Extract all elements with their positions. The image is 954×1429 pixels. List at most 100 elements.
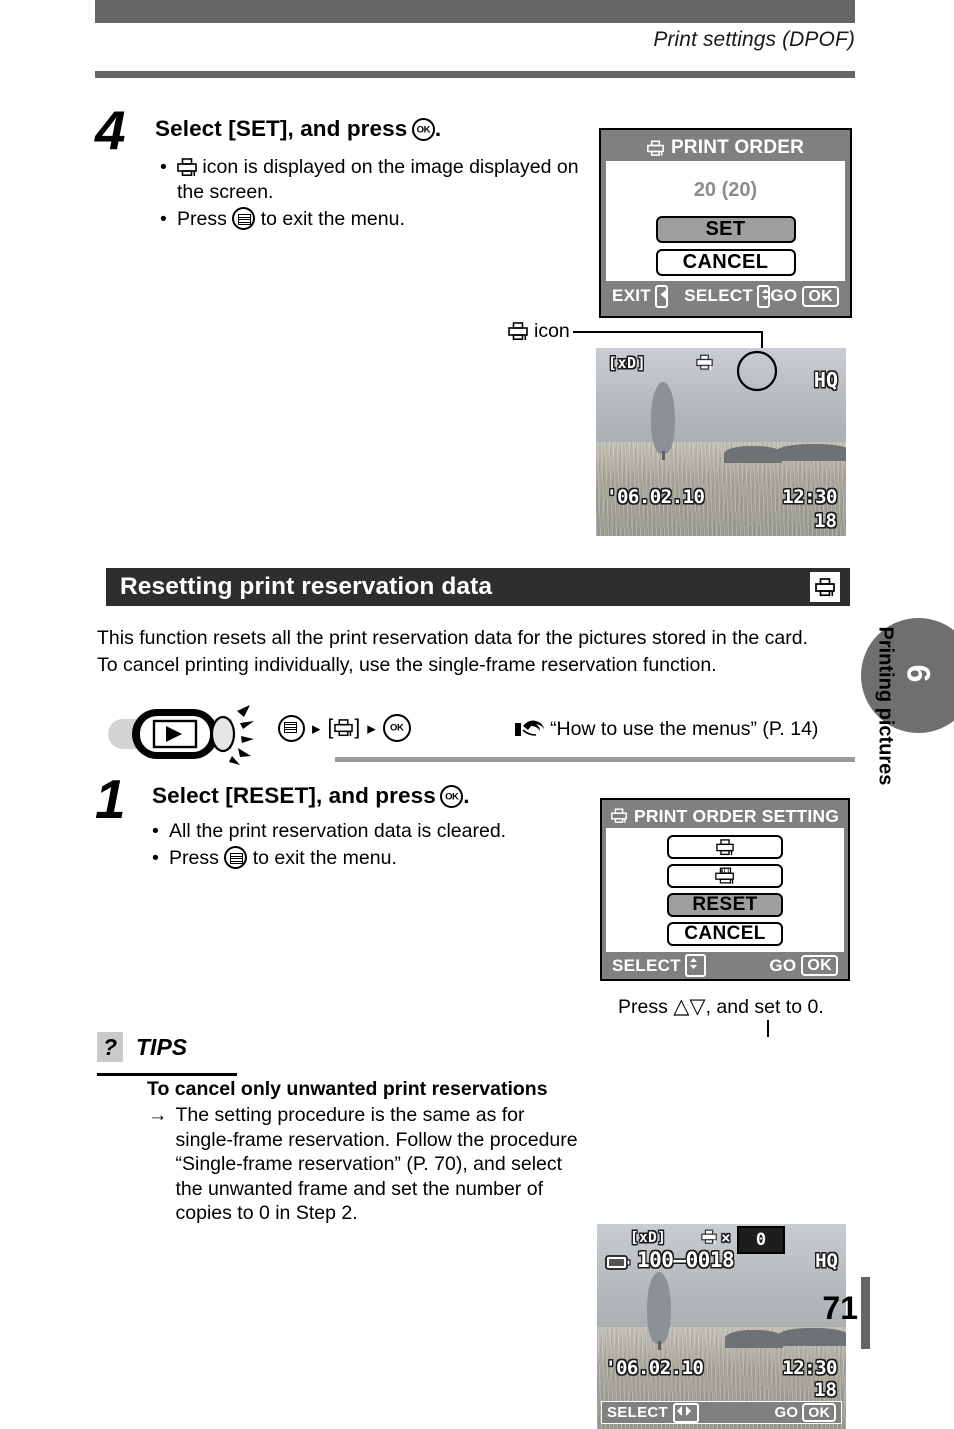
footer-accent-bar [861,1277,870,1349]
print-icon [611,808,627,824]
bullet-text: Press to exit the menu. [169,846,582,871]
print-menu-item[interactable]: [ ] [328,716,361,740]
treeline-left [725,1330,783,1348]
highlight-circle-icon [736,350,778,392]
cancel-button[interactable]: CANCEL [667,922,783,946]
ok-hint-badge: OK [802,286,839,307]
path-arrow-1: ▸ [312,720,321,737]
select-hint-label: SELECT [607,1404,668,1421]
bullet-text: Press to exit the menu. [177,207,580,232]
menu-path-breadcrumb: ▸ [ ] ▸ [278,714,411,742]
exit-hint-label: EXIT [612,286,651,306]
lcd-print-order-body: 20 (20) SET CANCEL [606,161,845,281]
treeline-right [777,1328,846,1346]
header-rule [95,71,855,78]
tips-arrow: → [148,1103,168,1226]
intro-line-2: To cancel printing individually, use the… [97,652,859,679]
path-arrow-2: ▸ [367,720,376,737]
lcd-photo-bar: SELECT GO OK [601,1401,842,1424]
go-hint-label: GO [769,956,796,976]
photo-time: 12:30 [782,486,837,508]
playback-mode-icon [104,703,254,770]
file-number: 100–0018 [637,1248,734,1272]
reset-button[interactable]: RESET [667,893,783,917]
lcd-title-text: PRINT ORDER SETTING [634,806,839,827]
ok-hint-badge: OK [801,955,838,976]
print-icon [696,354,713,371]
battery-icon [605,1254,631,1271]
ok-button-icon[interactable] [383,714,411,742]
print-all-icon: ALL [714,867,736,885]
step-1-title: Select [RESET], and press . [152,783,592,809]
frame-number: 18 [814,1379,837,1401]
treeline-left [724,446,782,463]
quality-indicator: HQ [815,1250,838,1272]
poplar-tree [651,382,675,454]
lcd-print-order-setting-body: ALL RESET CANCEL [606,828,844,952]
cancel-button[interactable]: CANCEL [656,249,796,276]
multiply-sign: × [721,1228,731,1247]
lcd-photo-preview-top: [xD] HQ '06.02.10 12:30 18 [596,348,846,536]
step-1-bullets: • All the print reservation data is clea… [152,819,582,873]
print-icon [508,322,528,341]
card-indicator: [xD] [608,354,646,372]
header-top-bar [95,0,855,23]
tips-body-text: The setting procedure is the same as for… [176,1103,579,1226]
print-icon [701,1229,717,1245]
tips-subheading: To cancel only unwanted print reservatio… [147,1078,577,1101]
ok-button-icon [440,785,463,808]
list-item: • Press to exit the menu. [160,207,580,232]
print-all-button[interactable]: ALL [667,864,783,888]
step-4-number: 4 [95,103,126,158]
frame-number: 18 [814,510,837,532]
menu-icon[interactable] [278,715,305,742]
lcd-print-order-setting-bar: SELECT GO OK [606,952,844,979]
step-1-number: 1 [95,772,126,827]
step-4-bullets: • icon is displayed on the image display… [160,155,580,234]
copies-count-field[interactable]: 0 [737,1226,785,1254]
section-header: Resetting print reservation data [106,568,850,606]
print-icon [334,719,353,737]
photo-time: 12:30 [782,1357,837,1379]
list-item: • Press to exit the menu. [152,846,582,871]
bullet-marker: • [152,846,169,871]
print-count-value: 20 (20) [606,179,845,202]
list-item: • icon is displayed on the image display… [160,155,580,205]
page-header-title: Print settings (DPOF) [95,28,855,52]
left-pad-icon [655,285,668,308]
menu-icon [224,846,247,869]
caption-leader-drop [767,1020,769,1037]
go-hint-label: GO [774,1404,798,1421]
print-single-button[interactable] [667,835,783,859]
poplar-tree [647,1272,671,1344]
section-title: Resetting print reservation data [120,573,492,601]
photo-date: '06.02.10 [606,486,704,508]
nav-underline-rule [335,757,855,762]
callout-label: icon [534,320,570,343]
updown-pad-icon [757,285,770,308]
bullet-marker: • [160,155,177,180]
lcd-title-print-order: PRINT ORDER [606,135,845,161]
lcd-title-print-order-setting: PRINT ORDER SETTING [606,804,844,828]
set-button[interactable]: SET [656,216,796,243]
callout-leader-drop [761,331,763,349]
ok-hint-badge: OK [802,1403,836,1422]
cross-reference-text[interactable]: “How to use the menus” (P. 14) [550,718,818,741]
ok-button-icon [412,118,435,141]
lcd-title-text: PRINT ORDER [671,137,804,159]
print-single-icon [716,839,734,856]
leftright-pad-icon [673,1403,699,1423]
photo-date: '06.02.10 [605,1357,703,1379]
updown-pad-icon [685,954,706,977]
tips-body: → The setting procedure is the same as f… [148,1103,578,1226]
section-intro: This function resets all the print reser… [97,625,859,679]
lcd-print-order: PRINT ORDER 20 (20) SET CANCEL EXIT SELE… [599,128,852,318]
card-indicator: [xD] [630,1230,666,1246]
lcd-print-order-setting: PRINT ORDER SETTING ALL RESET CANCEL SEL… [600,798,850,981]
intro-line-1: This function resets all the print reser… [97,625,859,652]
go-hint-label: GO [770,286,797,306]
print-icon [177,158,197,177]
cross-reference: “How to use the menus” (P. 14) [515,716,818,742]
bullet-marker: • [152,819,169,844]
step-4-title: Select [SET], and press . [155,116,585,142]
